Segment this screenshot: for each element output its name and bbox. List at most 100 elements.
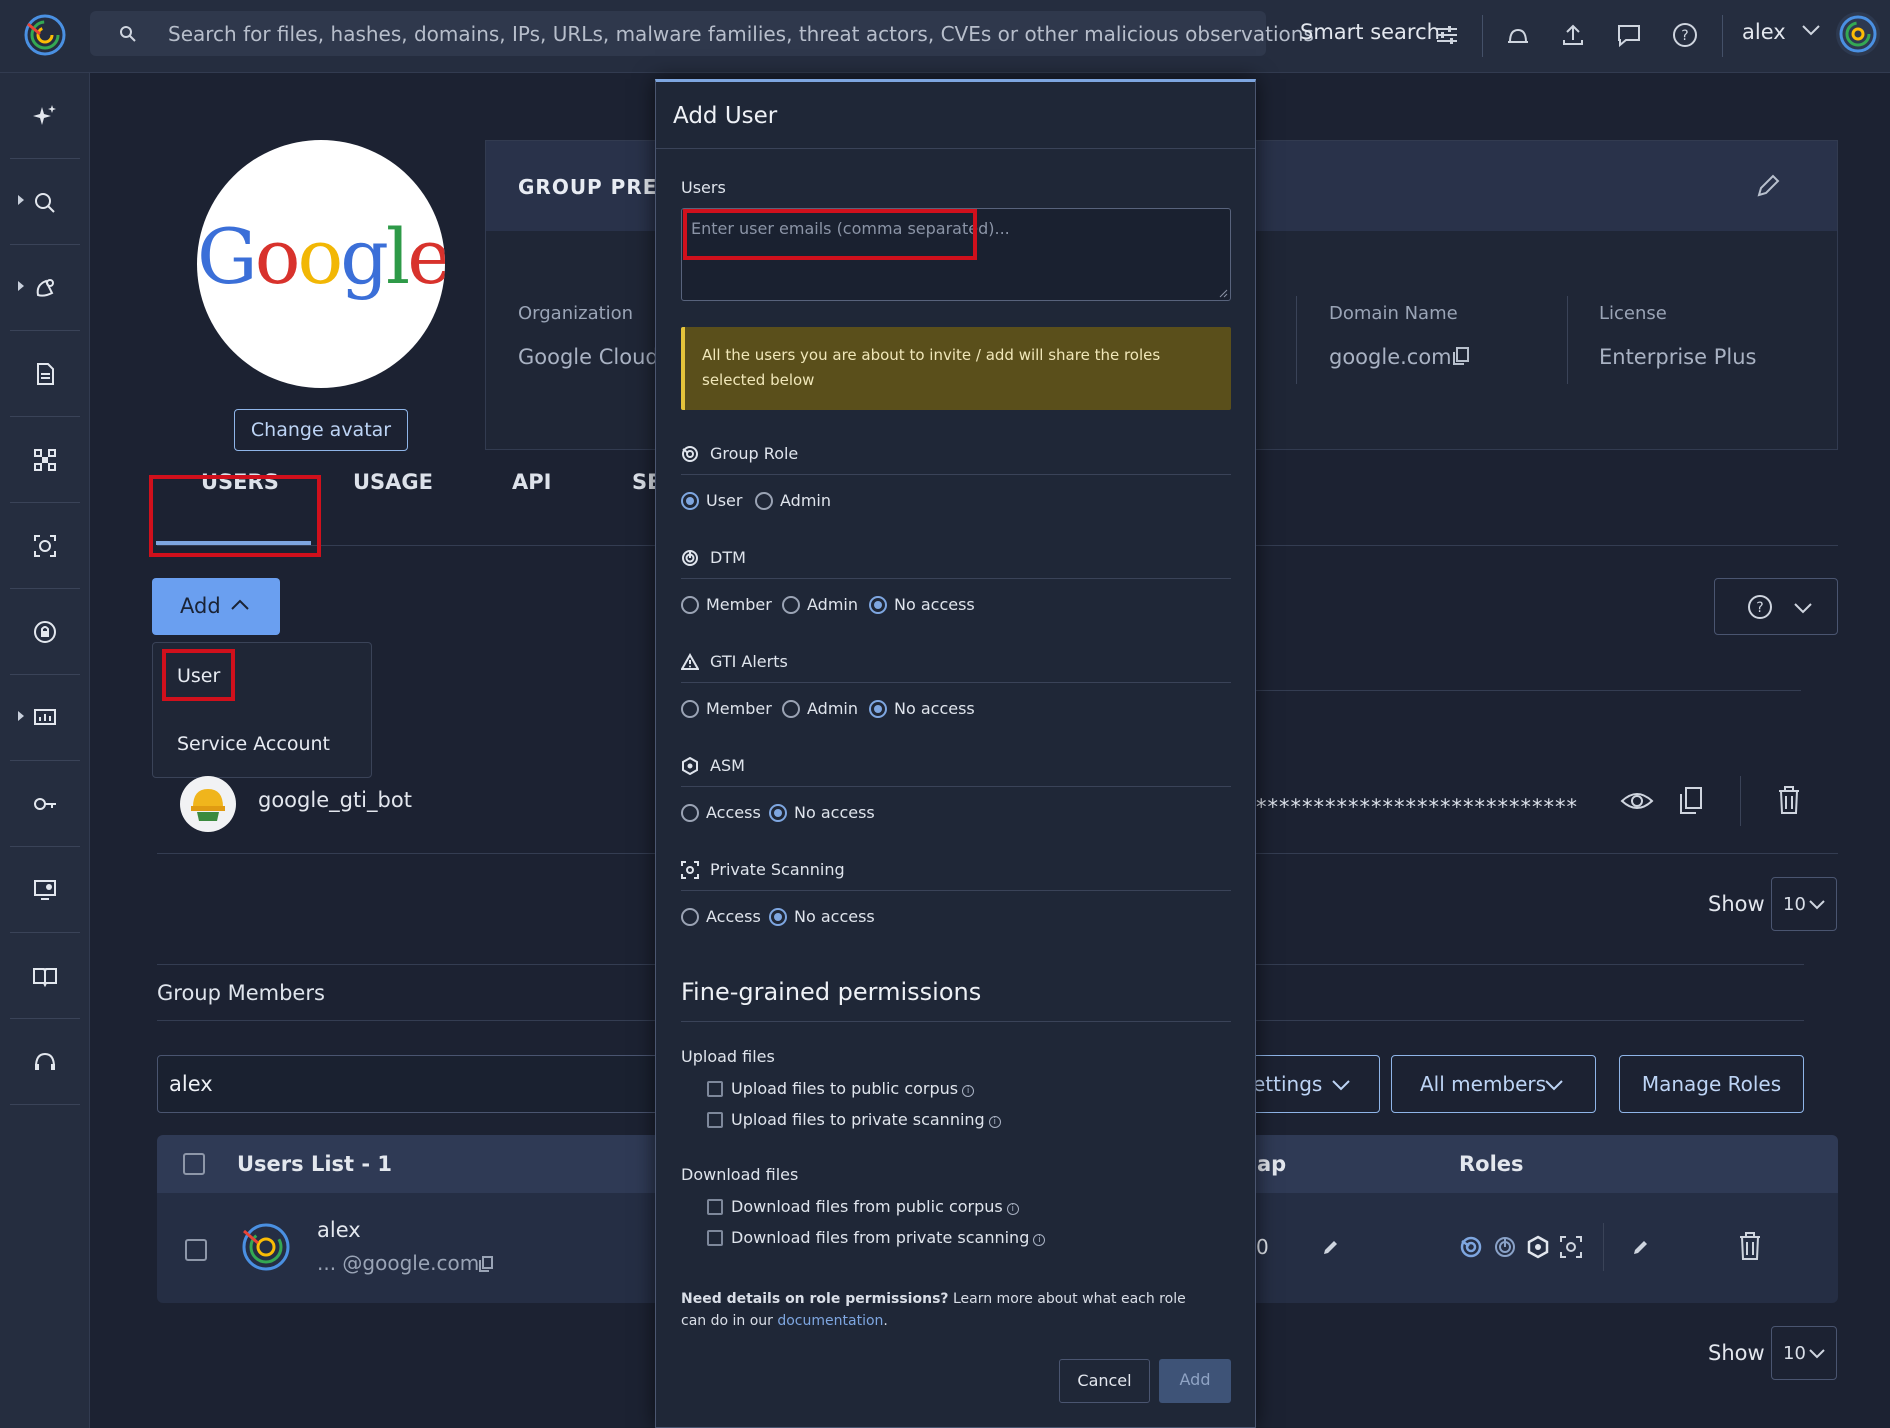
smart-search-button[interactable]: Smart search: [1300, 20, 1440, 44]
radio-label: No access: [894, 699, 975, 718]
users-list-title: Users List - 1: [237, 1152, 393, 1176]
private-scanning-icon: [681, 861, 699, 879]
info-icon[interactable]: i: [1006, 1203, 1019, 1215]
page-size-select[interactable]: 10: [1771, 877, 1837, 931]
search-input[interactable]: Search for files, hashes, domains, IPs, …: [168, 22, 1314, 46]
chevron-down-icon: [1794, 603, 1812, 614]
sidebar-item-graph[interactable]: [10, 417, 80, 503]
sidebar-item-ai[interactable]: [10, 73, 80, 159]
checkbox-download-public[interactable]: [707, 1199, 723, 1215]
tab-usage[interactable]: USAGE: [353, 470, 433, 494]
section-title: Private Scanning: [710, 860, 845, 879]
sidebar-item-dashboards[interactable]: [10, 675, 80, 761]
divider: [1296, 296, 1297, 384]
radio-group-role-admin[interactable]: [755, 492, 773, 510]
sidebar-item-keys[interactable]: [10, 761, 80, 847]
eye-icon[interactable]: [1620, 787, 1654, 815]
svg-text:?: ?: [1756, 600, 1763, 616]
chevron-down-icon: [1809, 1349, 1825, 1359]
pencil-icon[interactable]: [1753, 171, 1783, 201]
radio-scanning-no-access[interactable]: [769, 908, 787, 926]
sidebar-item-docs[interactable]: [10, 933, 80, 1019]
trash-icon[interactable]: [1737, 1231, 1763, 1261]
top-bar: Search for files, hashes, domains, IPs, …: [0, 0, 1890, 73]
support-icon: [35, 1052, 55, 1070]
search-target-icon: [35, 193, 55, 213]
tab-api[interactable]: API: [512, 470, 551, 494]
chevron-down-icon: [1332, 1080, 1350, 1091]
group-members-title: Group Members: [157, 981, 325, 1005]
member-search-input[interactable]: alex: [157, 1055, 677, 1113]
user-avatar-icon: [242, 1223, 290, 1271]
radio-dtm-member[interactable]: [681, 596, 699, 614]
divider: [681, 1021, 1231, 1022]
sidebar-item-threat[interactable]: [10, 245, 80, 331]
copy-icon[interactable]: [1452, 346, 1470, 366]
documentation-link[interactable]: documentation: [777, 1313, 883, 1329]
private-scanning-icon: [1560, 1236, 1582, 1258]
radio-gti-admin[interactable]: [782, 700, 800, 718]
copy-icon[interactable]: [1678, 786, 1704, 816]
sparkle-icon: [33, 105, 56, 125]
sidebar-item-hunting[interactable]: [10, 159, 80, 245]
select-all-checkbox[interactable]: [183, 1153, 205, 1175]
checkbox-upload-private[interactable]: [707, 1112, 723, 1128]
sidebar-item-reports[interactable]: [10, 331, 80, 417]
user-menu[interactable]: alex: [1742, 20, 1822, 44]
expand-arrow-icon: [18, 195, 24, 205]
radio-dtm-no-access[interactable]: [869, 596, 887, 614]
fine-grained-title: Fine-grained permissions: [681, 978, 982, 1006]
pencil-icon[interactable]: [1321, 1237, 1341, 1257]
info-icon[interactable]: i: [962, 1085, 975, 1097]
menu-item-service-account[interactable]: Service Account: [177, 733, 330, 755]
checkbox-upload-public[interactable]: [707, 1081, 723, 1097]
cancel-button[interactable]: Cancel: [1059, 1359, 1150, 1403]
sidebar-item-scanning[interactable]: [10, 503, 80, 589]
radio-label: No access: [794, 907, 875, 926]
radio-gti-member[interactable]: [681, 700, 699, 718]
section-title: DTM: [710, 548, 746, 567]
sliders-icon[interactable]: [1432, 20, 1462, 50]
user-avatar-icon[interactable]: [1834, 10, 1882, 58]
radio-dtm-admin[interactable]: [782, 596, 800, 614]
trash-icon[interactable]: [1776, 785, 1802, 815]
row-checkbox[interactable]: [185, 1239, 207, 1261]
divider: [656, 148, 1255, 149]
resize-handle-icon[interactable]: [1218, 288, 1228, 298]
help-icon[interactable]: ?: [1670, 20, 1700, 50]
radio-scanning-access[interactable]: [681, 908, 699, 926]
upload-icon[interactable]: [1558, 20, 1588, 50]
sidebar-item-support[interactable]: [10, 1019, 80, 1105]
radio-group-role-user[interactable]: [681, 492, 699, 510]
manage-roles-button[interactable]: Manage Roles: [1619, 1055, 1804, 1113]
expand-arrow-icon: [18, 281, 24, 291]
divider: [1722, 15, 1723, 57]
info-icon[interactable]: i: [1033, 1234, 1046, 1246]
help-dropdown[interactable]: ?: [1714, 578, 1838, 635]
radio-label: Admin: [807, 699, 858, 718]
radio-gti-no-access[interactable]: [869, 700, 887, 718]
members-filter-button[interactable]: All members: [1391, 1055, 1596, 1113]
global-search[interactable]: Search for files, hashes, domains, IPs, …: [90, 11, 1314, 56]
change-avatar-button[interactable]: Change avatar: [234, 409, 408, 451]
add-submit-button[interactable]: Add: [1159, 1359, 1231, 1403]
chat-icon[interactable]: [1614, 20, 1644, 50]
radio-asm-no-access[interactable]: [769, 804, 787, 822]
domain-value: google.com: [1329, 345, 1452, 369]
shared-roles-notice: All the users you are about to invite / …: [681, 327, 1231, 410]
add-button[interactable]: Add: [152, 578, 280, 635]
lock-circle-icon: [34, 621, 56, 643]
monitor-settings-icon: [34, 880, 56, 900]
page-size-select[interactable]: 10: [1771, 1326, 1837, 1380]
hat-icon[interactable]: [1503, 20, 1533, 50]
copy-icon[interactable]: [478, 1255, 494, 1273]
checkbox-download-private[interactable]: [707, 1230, 723, 1246]
sidebar-item-monitor[interactable]: [10, 847, 80, 933]
app-logo-icon[interactable]: [22, 12, 68, 58]
sidebar-item-asm[interactable]: [10, 589, 80, 675]
radio-asm-access[interactable]: [681, 804, 699, 822]
radio-label: Admin: [807, 595, 858, 614]
pencil-icon[interactable]: [1631, 1237, 1651, 1257]
radio-label: No access: [794, 803, 875, 822]
info-icon[interactable]: i: [988, 1116, 1001, 1128]
